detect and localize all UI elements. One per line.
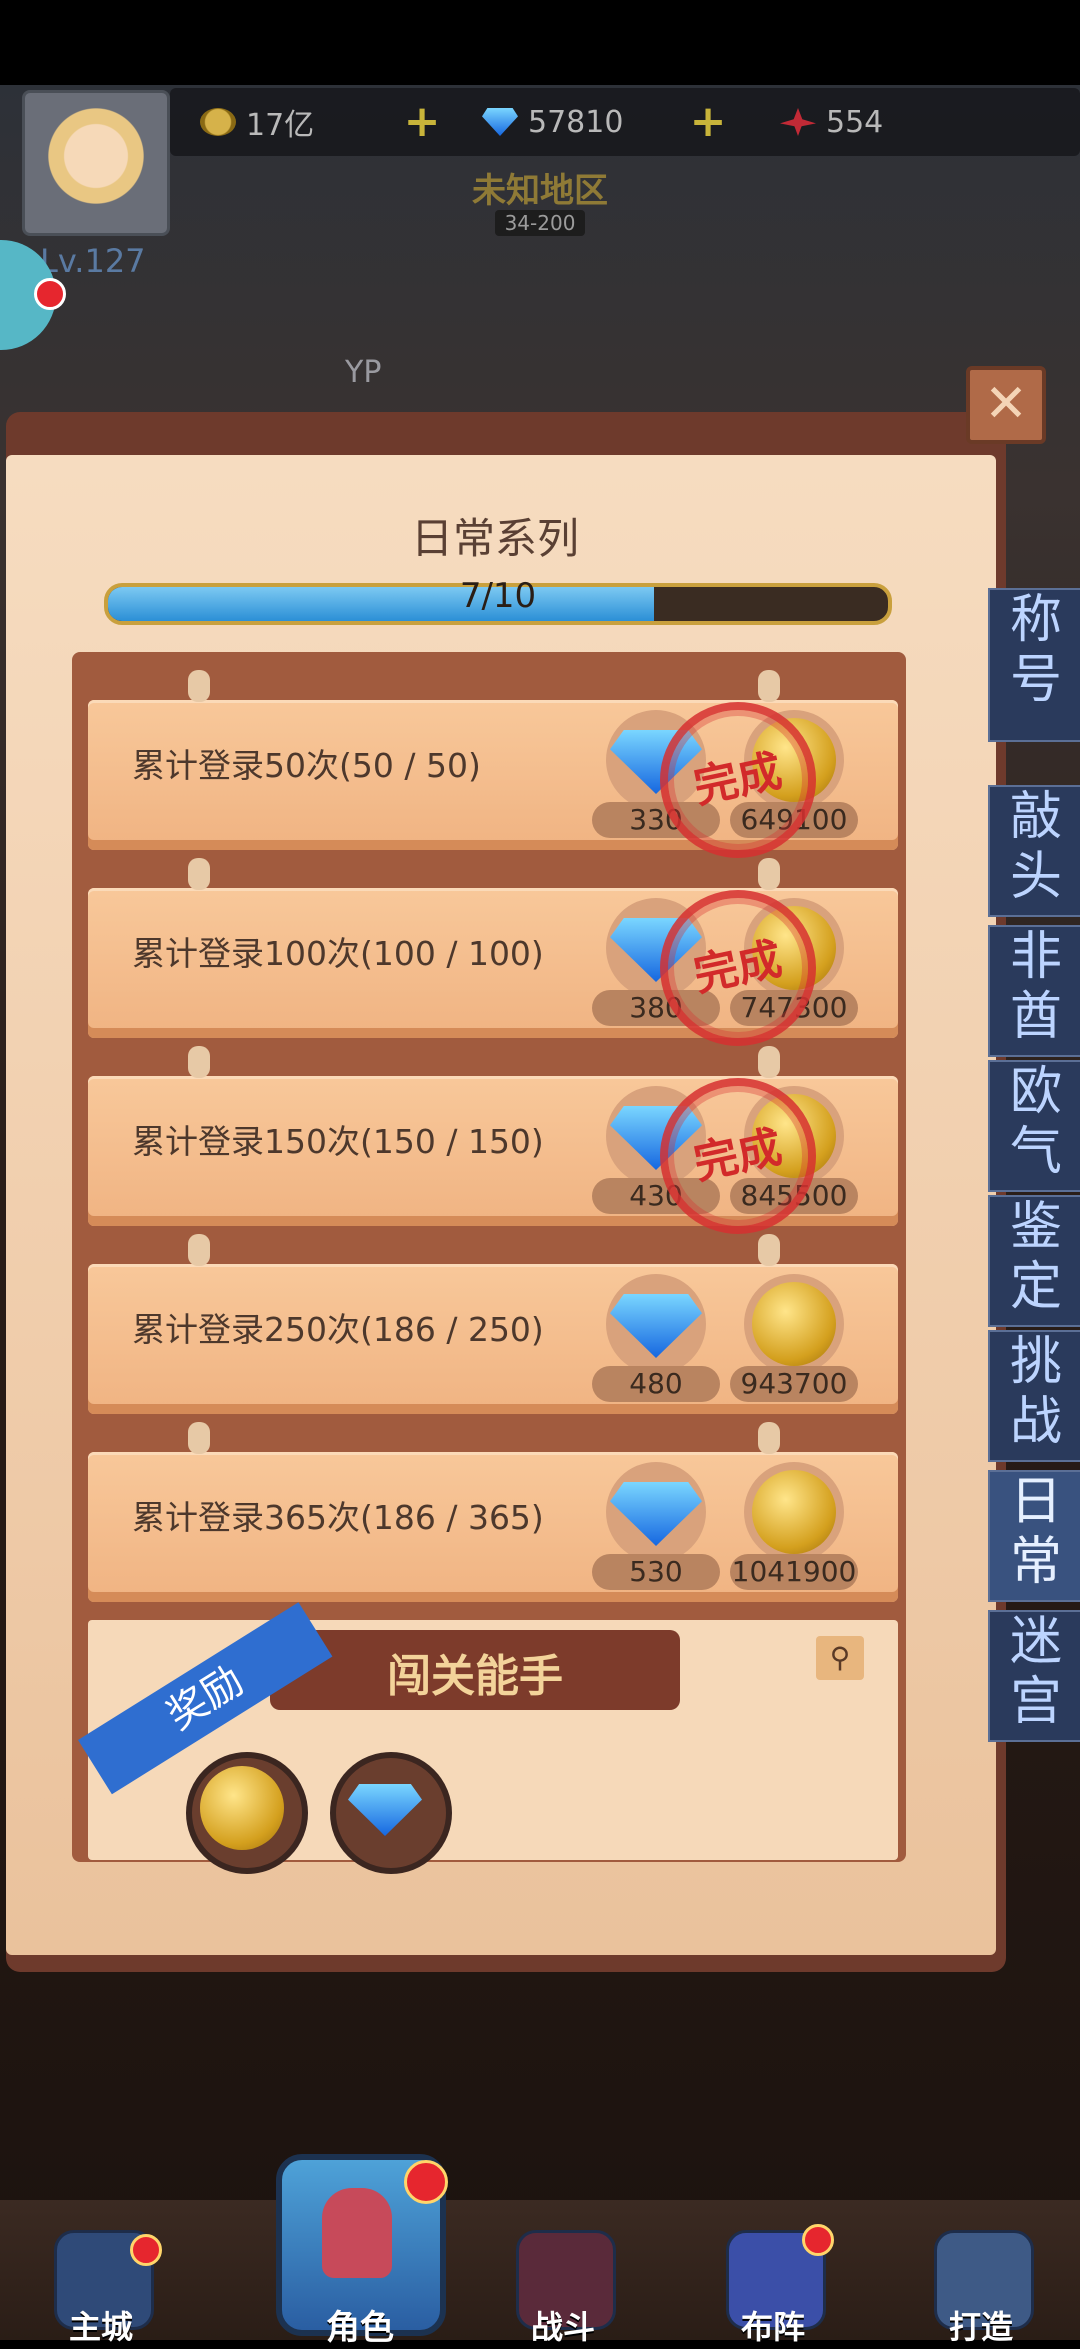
knight-helmet-icon	[322, 2188, 392, 2278]
achievement-label: 累计登录250次(186 / 250)	[132, 1310, 544, 1349]
rope-knot	[188, 1234, 210, 1266]
achievement-label: 累计登录100次(100 / 100)	[132, 934, 544, 973]
nav-label: 打造	[948, 2308, 1013, 2346]
nav-label: 布阵	[740, 2308, 805, 2346]
gem-reward[interactable]: 530	[592, 1462, 720, 1592]
rope-knot	[758, 1046, 780, 1078]
nav-battle[interactable]: 战斗	[508, 2230, 618, 2346]
crystal-resource: 554	[780, 88, 883, 156]
rope-knot	[758, 1234, 780, 1266]
gold-resource: 17亿	[200, 88, 314, 156]
gold-icon	[200, 108, 236, 136]
search-icon[interactable]: ⚲	[816, 1636, 864, 1680]
region-name: 未知地区	[472, 171, 608, 211]
achievement-row: 累计登录250次(186 / 250) 480 943700	[88, 1234, 898, 1414]
rope-knot	[188, 1422, 210, 1454]
gold-reward[interactable]: 943700	[730, 1274, 858, 1404]
crystal-icon	[780, 108, 816, 136]
nav-label: 角色	[326, 2308, 394, 2348]
rope-knot	[758, 670, 780, 702]
rope-knot	[188, 858, 210, 890]
gem-amount: 480	[592, 1366, 720, 1402]
side-tab[interactable]: 欧气	[988, 1060, 1080, 1192]
nav-label: 战斗	[530, 2308, 595, 2346]
gold-coin-icon	[752, 1470, 836, 1554]
resource-bar: 17亿 + 57810 + 554	[170, 88, 1080, 156]
reward-title: 闯关能手	[387, 1651, 563, 1702]
rope-knot	[188, 670, 210, 702]
achievement-row: 累计登录50次(50 / 50) 330 649100 完成	[88, 670, 898, 873]
panel-title: 日常系列	[410, 514, 579, 563]
notification-dot	[34, 278, 66, 310]
region-stage: 34-200	[495, 210, 585, 236]
achievement-row: 累计登录100次(100 / 100) 380 747300 完成	[88, 858, 898, 1061]
player-avatar[interactable]	[22, 90, 170, 236]
rope-knot	[758, 1422, 780, 1454]
gem-amount: 530	[592, 1554, 720, 1590]
achievement-label: 累计登录50次(50 / 50)	[132, 746, 481, 785]
achievement-label: 累计登录365次(186 / 365)	[132, 1498, 544, 1537]
gold-coin-icon	[752, 1282, 836, 1366]
crystal-value: 554	[826, 104, 884, 140]
gold-amount: 1041900	[730, 1554, 858, 1590]
side-tab[interactable]: 非酋	[988, 925, 1080, 1057]
gem-reward[interactable]: 480	[592, 1274, 720, 1404]
add-gold-button[interactable]: +	[402, 100, 442, 144]
progress-text: 7/10	[459, 576, 537, 616]
side-tab[interactable]: 日常	[988, 1470, 1080, 1602]
nav-label: 主城	[68, 2308, 133, 2346]
achievement-row: 累计登录365次(186 / 365) 530 1041900	[88, 1422, 898, 1602]
side-tab[interactable]: 称号	[988, 588, 1080, 742]
side-tab[interactable]: 迷宫	[988, 1610, 1080, 1742]
side-tab[interactable]: 敲头	[988, 785, 1080, 917]
notification-dot	[130, 2234, 162, 2266]
add-gem-button[interactable]: +	[688, 100, 728, 144]
side-tab[interactable]: 鉴定	[988, 1195, 1080, 1327]
notification-dot	[802, 2224, 834, 2256]
gem-value: 57810	[528, 104, 624, 140]
rope-knot	[188, 1046, 210, 1078]
nav-forge[interactable]: 打造	[926, 2230, 1036, 2346]
player-level: Lv.127	[40, 242, 146, 280]
rope-knot	[758, 858, 780, 890]
gold-value: 17亿	[246, 108, 315, 143]
gem-icon	[482, 108, 518, 136]
close-icon[interactable]: ✕	[966, 366, 1046, 444]
gem-icon[interactable]	[330, 1752, 452, 1874]
gold-coin-icon[interactable]	[186, 1752, 308, 1874]
achievement-label: 累计登录150次(150 / 150)	[132, 1122, 544, 1161]
gold-amount: 943700	[730, 1366, 858, 1402]
side-tab[interactable]: 挑战	[988, 1330, 1080, 1462]
achievement-row: 累计登录150次(150 / 150) 430 845500 完成	[88, 1046, 898, 1249]
gold-reward[interactable]: 1041900	[730, 1462, 858, 1592]
notification-dot	[404, 2160, 448, 2204]
player-name: YP	[345, 355, 382, 390]
gem-resource: 57810	[482, 88, 623, 156]
